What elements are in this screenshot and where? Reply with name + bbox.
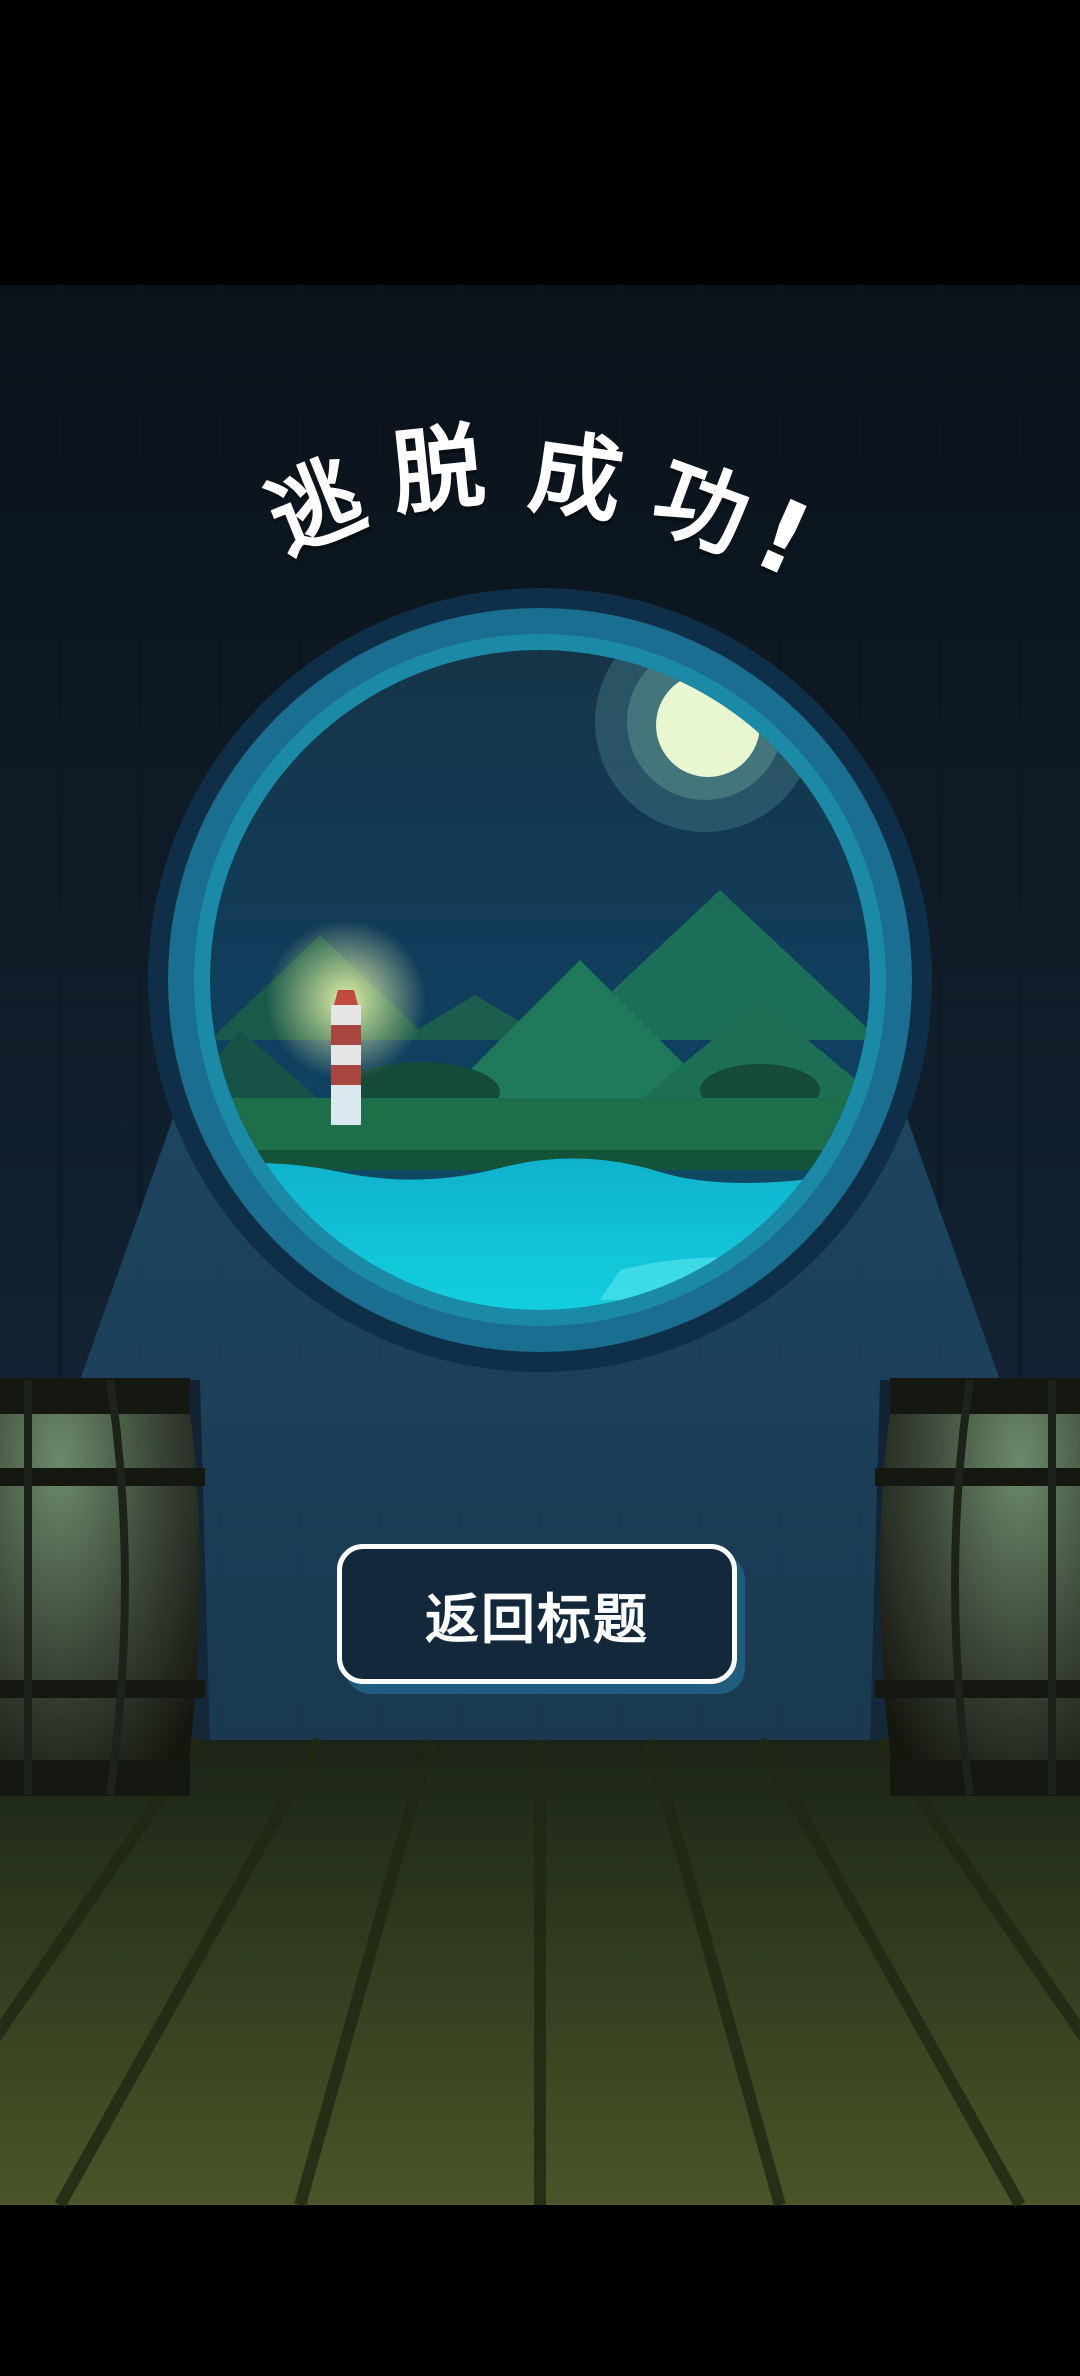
game-background (0, 0, 1080, 2376)
return-to-title-button[interactable]: 返回标题 (337, 1544, 737, 1684)
return-to-title-label: 返回标题 (425, 1587, 649, 1651)
title-char: 脱 (386, 412, 490, 529)
title-char: 成 (523, 418, 630, 537)
barrel-icon (0, 1378, 205, 1796)
barrel-icon (875, 1378, 1080, 1796)
